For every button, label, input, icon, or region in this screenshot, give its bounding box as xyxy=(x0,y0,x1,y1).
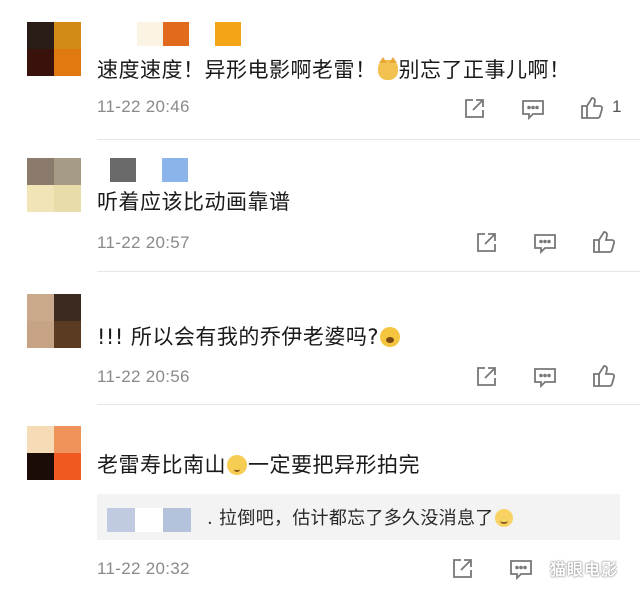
avatar[interactable] xyxy=(27,158,81,212)
share-icon[interactable] xyxy=(449,556,475,582)
timestamp: 11-22 20:46 xyxy=(97,97,190,116)
comment-text: 听着应该比动画靠谱 xyxy=(97,190,291,214)
timestamp: 11-22 20:56 xyxy=(97,367,190,386)
like-icon[interactable] xyxy=(591,363,617,389)
comment-icon[interactable] xyxy=(532,230,558,256)
share-icon[interactable] xyxy=(473,230,499,256)
like-count: 1 xyxy=(612,97,622,116)
pleading-emoji xyxy=(227,455,247,475)
scared-emoji xyxy=(380,327,401,347)
username-pixelated[interactable] xyxy=(110,158,188,182)
like-icon[interactable] xyxy=(579,95,605,121)
cat-emoji xyxy=(377,57,398,80)
comment-text: 老雷寿比南山 一定要把异形拍完 xyxy=(97,453,420,477)
divider xyxy=(97,404,640,405)
reply-username-pixelated[interactable] xyxy=(107,508,191,532)
smile-emoji xyxy=(494,509,513,527)
divider xyxy=(97,271,640,272)
comment-text: !!! 所以会有我的乔伊老婆吗? xyxy=(97,324,401,350)
divider xyxy=(97,139,640,140)
timestamp: 11-22 20:32 xyxy=(97,559,190,578)
comment-text: 速度速度！异形电影啊老雷！ 别忘了正事儿啊！ xyxy=(97,57,571,82)
avatar[interactable] xyxy=(27,22,81,76)
share-icon[interactable] xyxy=(461,96,487,122)
avatar[interactable] xyxy=(27,294,81,348)
watermark: 猫眼电影 xyxy=(550,560,619,579)
reply-text: . 拉倒吧，估计都忘了多久没消息了 xyxy=(207,504,514,530)
reply-preview[interactable]: . 拉倒吧，估计都忘了多久没消息了 xyxy=(97,494,620,540)
share-icon[interactable] xyxy=(473,364,499,390)
like-icon[interactable] xyxy=(591,229,617,255)
timestamp: 11-22 20:57 xyxy=(97,233,190,252)
avatar[interactable] xyxy=(27,426,81,480)
comment-icon[interactable] xyxy=(532,364,558,390)
username-pixelated[interactable] xyxy=(137,22,241,46)
comment-icon[interactable] xyxy=(520,96,546,122)
comment-icon[interactable] xyxy=(508,556,534,582)
